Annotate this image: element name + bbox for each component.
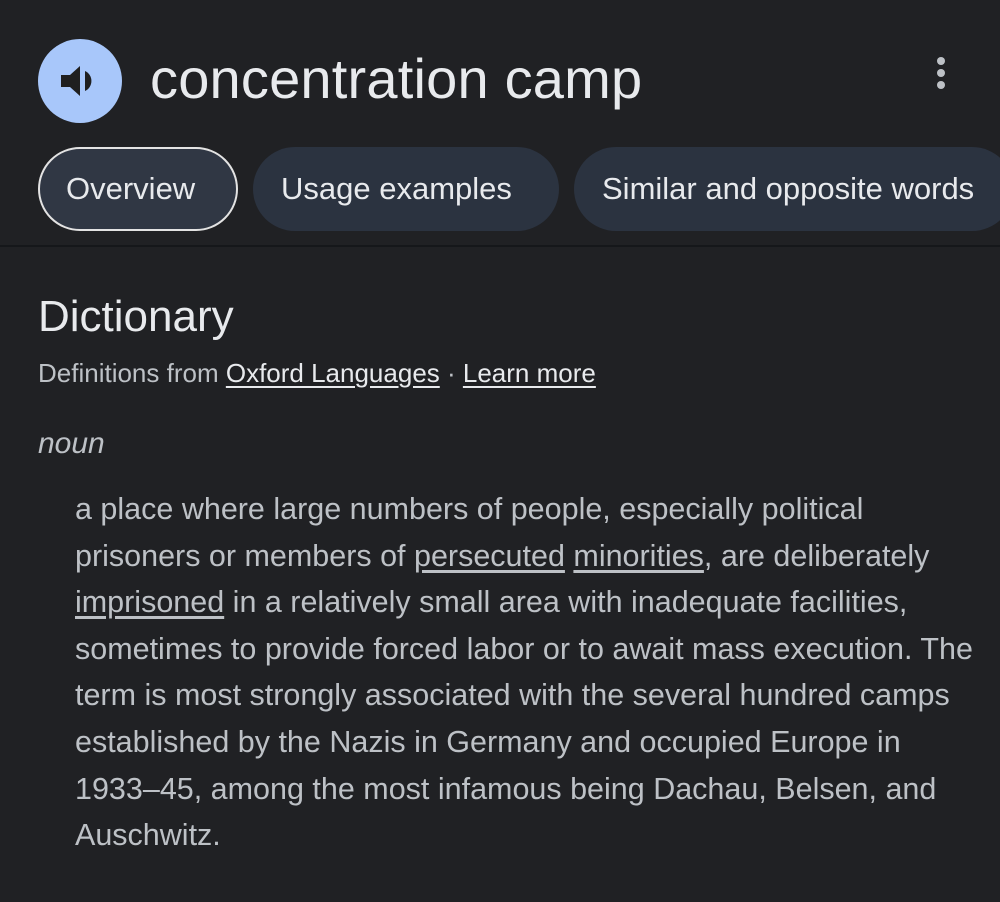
speaker-icon xyxy=(59,64,101,98)
definition-source: Definitions from Oxford Languages · Lear… xyxy=(38,356,596,390)
tab-bar: Overview Usage examples Similar and oppo… xyxy=(38,147,1000,231)
oxford-languages-link[interactable]: Oxford Languages xyxy=(226,358,440,388)
more-options-button[interactable] xyxy=(922,52,960,98)
definition-part: , are deliberately xyxy=(703,538,930,573)
tab-overview[interactable]: Overview xyxy=(38,147,238,231)
source-separator: · xyxy=(439,358,463,388)
link-minorities[interactable]: minorities xyxy=(573,539,704,573)
part-of-speech: noun xyxy=(38,427,105,460)
tab-usage-examples[interactable]: Usage examples xyxy=(253,147,559,231)
pronunciation-button[interactable] xyxy=(38,39,122,123)
divider xyxy=(0,245,1000,247)
definition-text: a place where large numbers of people, e… xyxy=(75,486,975,859)
learn-more-link[interactable]: Learn more xyxy=(463,358,596,388)
tab-similar-opposite-words[interactable]: Similar and opposite words xyxy=(574,147,1000,231)
more-vertical-icon xyxy=(936,56,946,95)
link-imprisoned[interactable]: imprisoned xyxy=(75,585,224,619)
source-prefix: Definitions from xyxy=(38,358,226,388)
section-title: Dictionary xyxy=(38,292,234,341)
word-title: concentration camp xyxy=(150,47,643,110)
definition-part: in a relatively small area with inadequa… xyxy=(75,585,973,853)
word-header: concentration camp xyxy=(0,0,1000,140)
link-persecuted[interactable]: persecuted xyxy=(414,539,565,573)
